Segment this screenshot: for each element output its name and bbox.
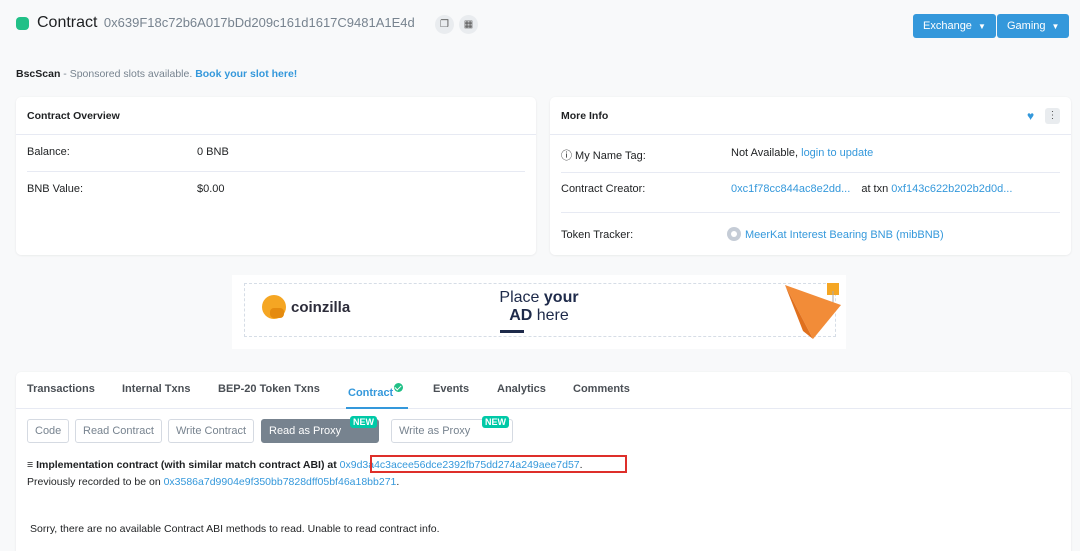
name-tag-label: ⓘ My Name Tag: <box>561 150 646 162</box>
divider <box>561 212 1060 213</box>
gaming-button-label: Gaming <box>1007 20 1046 32</box>
no-abi-message: Sorry, there are no available Contract A… <box>30 523 440 535</box>
new-badge: NEW <box>482 416 509 428</box>
sponsor-text: - Sponsored slots available. <box>60 68 196 80</box>
highlight-box <box>370 455 627 473</box>
ad-banner[interactable]: coinzilla Place your AD here <box>232 275 846 349</box>
chevron-down-icon: ▼ <box>977 22 986 31</box>
read-as-proxy-button[interactable]: Read as Proxy NEW <box>261 416 379 443</box>
code-button[interactable]: Code <box>27 419 70 443</box>
write-as-proxy-button[interactable]: Write as Proxy NEW <box>391 416 513 443</box>
bnb-value: $0.00 <box>197 183 225 195</box>
ad-line2-plain: here <box>532 307 569 324</box>
more-options-icon[interactable]: ⋮ <box>1045 108 1060 124</box>
tab-transactions[interactable]: Transactions <box>27 383 95 395</box>
gaming-button[interactable]: Gaming ▼ <box>997 14 1070 38</box>
card-title: Contract Overview <box>16 97 536 135</box>
layers-icon: ≡ <box>27 459 34 471</box>
tab-comments[interactable]: Comments <box>573 383 630 395</box>
name-tag-value: Not Available, <box>731 147 802 159</box>
previous-implementation-line: Previously recorded to be on 0x3586a7d99… <box>27 476 399 488</box>
active-tab-indicator <box>346 407 408 409</box>
read-as-proxy-label: Read as Proxy <box>269 425 342 437</box>
tab-bep20-token-txns[interactable]: BEP-20 Token Txns <box>218 383 320 395</box>
creator-at-text: at txn <box>858 183 892 195</box>
bnb-value-label: BNB Value: <box>27 183 84 195</box>
ad-message: Place your AD here <box>484 289 594 325</box>
implementation-label: Implementation contract (with similar ma… <box>36 459 340 471</box>
contract-address: 0x639F18c72b6A017bDd209c161d1617C9481A1E… <box>103 15 415 30</box>
ad-triangle-graphic <box>785 283 841 339</box>
coinzilla-logo-icon <box>262 295 286 319</box>
previous-address-link[interactable]: 0x3586a7d9904e9f350bb7828dff05bf46a18bb2… <box>164 476 397 488</box>
creator-label: Contract Creator: <box>561 183 646 195</box>
token-icon <box>727 227 741 241</box>
creator-txn-link[interactable]: 0xf143c622b202b2d0d... <box>891 183 1012 195</box>
page-title-label: Contract <box>37 14 98 31</box>
token-label: Token Tracker: <box>561 229 634 241</box>
ad-underline <box>500 330 524 333</box>
sponsor-brand: BscScan <box>16 68 61 80</box>
tab-contract[interactable]: Contract <box>348 383 404 399</box>
exchange-button-label: Exchange <box>923 20 972 32</box>
sponsor-banner: BscScan - Sponsored slots available. Boo… <box>16 68 297 80</box>
tab-internal-txns[interactable]: Internal Txns <box>122 383 190 395</box>
ad-brand: coinzilla <box>291 299 351 316</box>
write-contract-button[interactable]: Write Contract <box>168 419 255 443</box>
exchange-button[interactable]: Exchange ▼ <box>913 14 996 38</box>
token-tracker-link[interactable]: MeerKat Interest Bearing BNB (mibBNB) <box>745 229 944 241</box>
balance-label: Balance: <box>27 146 70 158</box>
contract-overview-card: Contract Overview Balance: 0 BNB BNB Val… <box>16 97 536 255</box>
divider <box>561 172 1060 173</box>
page-header: Contract 0x639F18c72b6A017bDd209c161d161… <box>0 0 1080 52</box>
page-title: Contract 0x639F18c72b6A017bDd209c161d161… <box>37 14 415 32</box>
new-badge: NEW <box>350 416 377 428</box>
divider <box>27 171 525 172</box>
chevron-down-icon: ▼ <box>1051 22 1060 31</box>
copy-icon[interactable]: ❐ <box>435 15 454 34</box>
balance-value: 0 BNB <box>197 146 229 158</box>
write-as-proxy-label: Write as Proxy <box>399 425 471 437</box>
tab-bar: Transactions Internal Txns BEP-20 Token … <box>16 372 1071 409</box>
card-title: More Info <box>550 97 1071 135</box>
ad-line1-bold: your <box>543 289 579 306</box>
heart-icon[interactable]: ♥ <box>1024 110 1037 123</box>
qr-code-icon[interactable]: ▦ <box>459 15 478 34</box>
more-info-card: More Info ♥ ⋮ ⓘ My Name Tag: Not Availab… <box>550 97 1071 255</box>
tab-analytics[interactable]: Analytics <box>497 383 546 395</box>
book-slot-link[interactable]: Book your slot here! <box>195 68 297 80</box>
ad-line1-plain: Place <box>499 289 544 306</box>
contract-tabs-card: Transactions Internal Txns BEP-20 Token … <box>16 372 1071 551</box>
read-contract-button[interactable]: Read Contract <box>75 419 162 443</box>
previous-end: . <box>396 476 400 488</box>
tab-contract-label: Contract <box>348 387 394 399</box>
login-link[interactable]: login to update <box>801 147 873 159</box>
verified-check-icon <box>394 383 404 392</box>
ad-line2-bold: AD <box>509 307 533 324</box>
creator-address-link[interactable]: 0xc1f78cc844ac8e2dd... <box>731 183 850 195</box>
contract-icon <box>16 17 29 30</box>
previous-text: Previously recorded to be on <box>27 476 164 488</box>
tab-events[interactable]: Events <box>433 383 469 395</box>
